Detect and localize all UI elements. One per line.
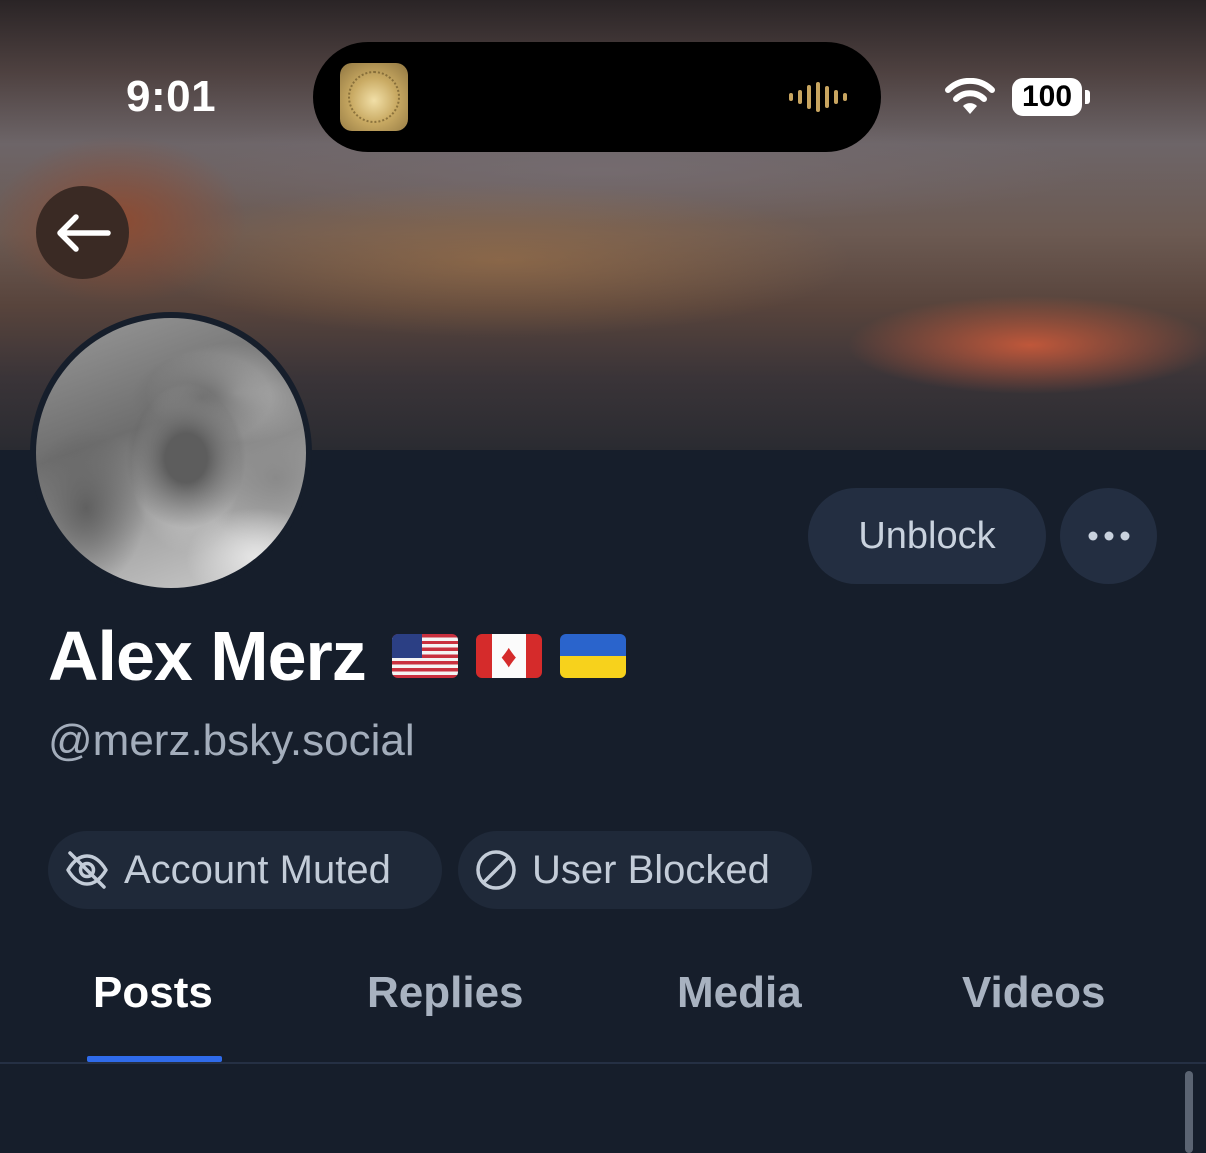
tab-posts[interactable]: Posts [93,968,213,1018]
tab-videos[interactable]: Videos [962,968,1105,1018]
avatar[interactable] [30,312,312,594]
album-art-icon [340,63,408,131]
wifi-icon [945,78,995,114]
us-flag-icon [391,634,458,678]
flag-emojis [391,634,626,678]
ukraine-flag-icon [559,634,626,678]
canada-flag-icon [475,634,542,678]
avatar-image [36,318,306,588]
scrollbar[interactable] [1185,1071,1193,1153]
profile-tabs: Posts Replies Media Videos [0,940,1206,1064]
block-icon [476,850,516,890]
waveform-icon [789,82,847,112]
account-muted-label: Account Muted [124,847,391,892]
profile-handle: @merz.bsky.social [48,716,415,765]
profile-name-row: Alex Merz [48,616,626,696]
user-blocked-badge[interactable]: User Blocked [458,831,812,909]
ellipsis-icon [1088,531,1129,541]
eye-slash-icon [66,851,108,889]
status-time: 9:01 [126,72,217,121]
battery-icon: 100 [1012,78,1082,116]
unblock-button[interactable]: Unblock [808,488,1046,584]
more-options-button[interactable] [1060,488,1157,584]
back-button[interactable] [36,186,129,279]
user-blocked-label: User Blocked [532,847,770,892]
tab-media[interactable]: Media [677,968,802,1018]
battery-nub [1085,90,1090,104]
dynamic-island [313,42,881,152]
account-muted-badge[interactable]: Account Muted [48,831,442,909]
arrow-left-icon [56,213,111,252]
display-name: Alex Merz [48,617,367,695]
active-tab-indicator [87,1056,222,1062]
tab-replies[interactable]: Replies [367,968,524,1018]
